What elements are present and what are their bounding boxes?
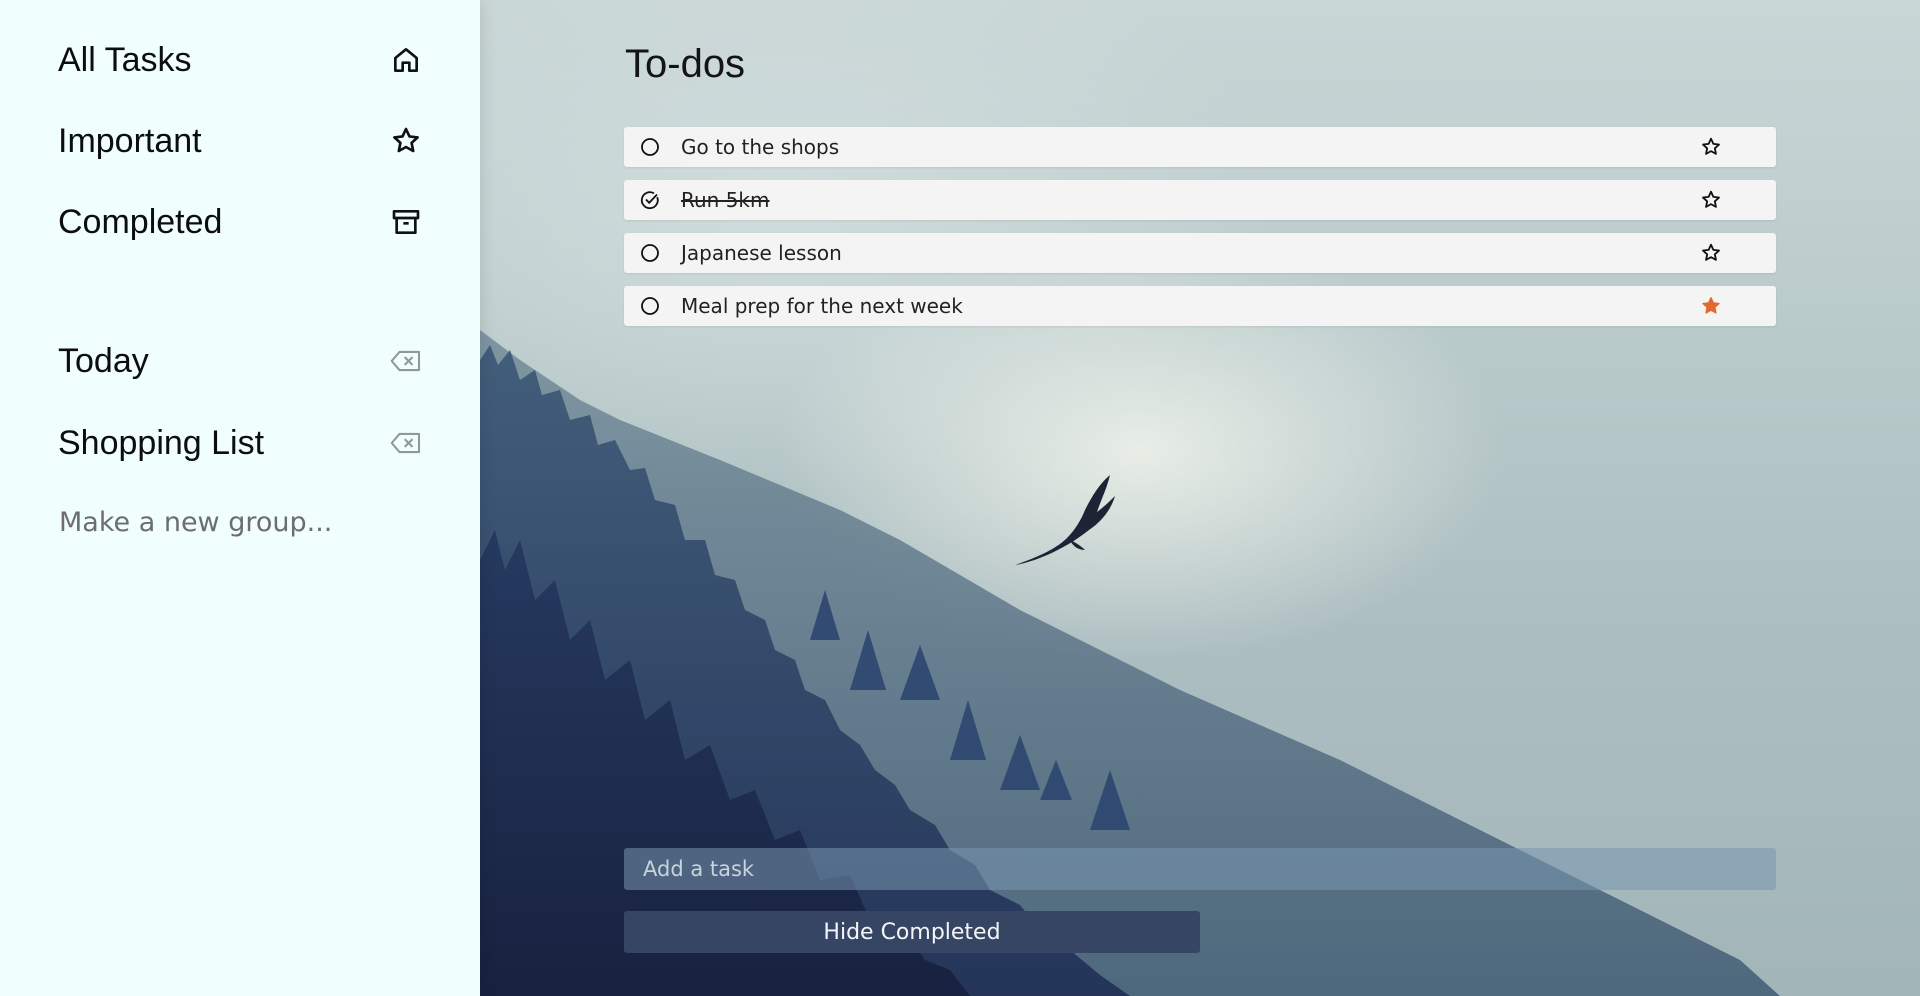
nav-item-completed[interactable]: Completed xyxy=(58,192,423,252)
circle-checkbox-icon[interactable] xyxy=(639,136,661,158)
group-item-today[interactable]: Today xyxy=(58,331,423,391)
star-outline-icon xyxy=(389,124,423,158)
task-row[interactable]: Japanese lesson xyxy=(624,233,1776,273)
star-outline-icon[interactable] xyxy=(1699,188,1723,212)
delete-group-icon[interactable] xyxy=(389,344,423,378)
main-panel: To-dos Go to the shops Run 5km Japanese … xyxy=(480,0,1920,996)
group-item-label: Shopping List xyxy=(58,423,265,462)
delete-group-icon[interactable] xyxy=(389,426,423,460)
circle-checkbox-icon[interactable] xyxy=(639,295,661,317)
star-outline-icon[interactable] xyxy=(1699,241,1723,265)
nav-item-important[interactable]: Important xyxy=(58,111,423,171)
group-item-shopping-list[interactable]: Shopping List xyxy=(58,413,423,473)
nav-item-label: Important xyxy=(58,121,202,160)
archive-icon xyxy=(389,205,423,239)
hide-completed-button[interactable]: Hide Completed xyxy=(624,911,1200,953)
nav-item-label: Completed xyxy=(58,202,223,241)
home-icon xyxy=(389,43,423,77)
star-outline-icon[interactable] xyxy=(1699,135,1723,159)
task-list: Go to the shops Run 5km Japanese lesson xyxy=(624,127,1776,339)
task-row[interactable]: Run 5km xyxy=(624,180,1776,220)
sidebar: All Tasks Important Completed Today Shop… xyxy=(0,0,480,996)
add-task-input[interactable] xyxy=(624,848,1776,890)
task-text: Go to the shops xyxy=(681,135,840,159)
task-row[interactable]: Meal prep for the next week xyxy=(624,286,1776,326)
nav-item-all-tasks[interactable]: All Tasks xyxy=(58,30,423,90)
group-item-label: Today xyxy=(58,341,149,380)
task-text: Meal prep for the next week xyxy=(681,294,963,318)
task-text: Run 5km xyxy=(681,188,770,212)
task-text: Japanese lesson xyxy=(681,241,842,265)
circle-checkbox-icon[interactable] xyxy=(639,242,661,264)
star-filled-icon[interactable] xyxy=(1699,294,1723,318)
circle-check-icon[interactable] xyxy=(639,189,661,211)
nav-item-label: All Tasks xyxy=(58,40,192,79)
new-group-input[interactable] xyxy=(59,500,399,544)
page-title: To-dos xyxy=(625,42,746,86)
task-row[interactable]: Go to the shops xyxy=(624,127,1776,167)
